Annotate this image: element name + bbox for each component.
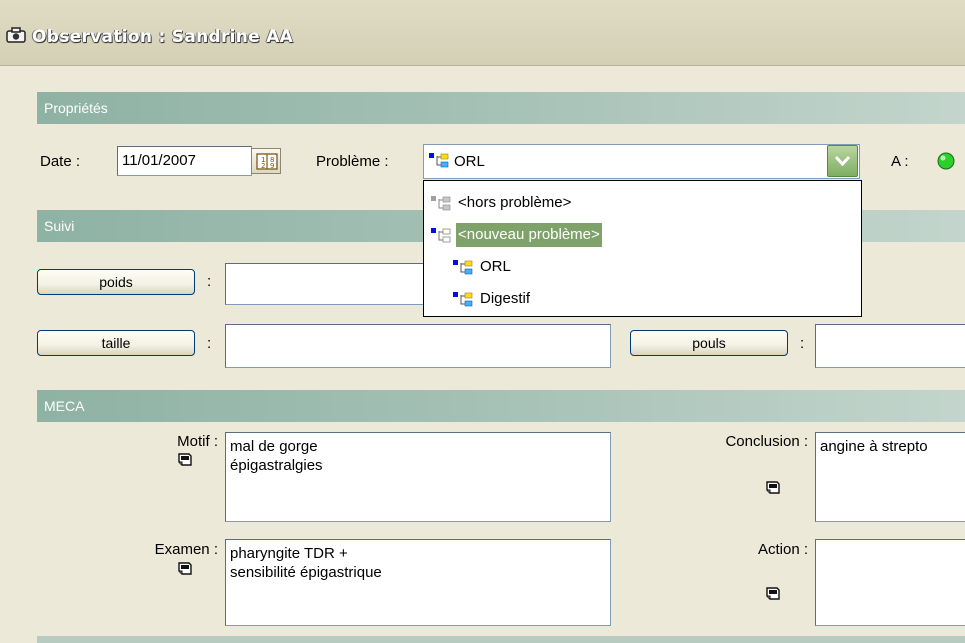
probleme-dropdown-list: <hors problème> <nouveau problème> ORL D… (423, 180, 862, 317)
note-edit-icon (178, 562, 192, 575)
poids-colon: : (207, 273, 212, 290)
dropdown-item-label: ORL (480, 258, 511, 275)
window-title: Observation : Sandrine AA (32, 27, 294, 47)
note-edit-icon (766, 587, 780, 600)
poids-button[interactable]: poids (37, 269, 195, 295)
note-edit-icon (178, 453, 192, 466)
examen-label: Examen : (154, 541, 218, 558)
action-textarea[interactable] (815, 539, 965, 626)
examen-value: pharyngite TDR + sensibilité épigastriqu… (230, 545, 382, 581)
motif-textarea[interactable]: mal de gorge épigastralgies (225, 432, 611, 522)
bottom-section-edge (37, 636, 965, 643)
dropdown-item-label: <hors problème> (458, 194, 572, 211)
dropdown-item-nouveau-probleme[interactable]: <nouveau problème> (430, 223, 850, 247)
examen-textarea[interactable]: pharyngite TDR + sensibilité épigastriqu… (225, 539, 611, 626)
action-label: Action : (757, 541, 808, 558)
observation-icon (6, 27, 26, 43)
taille-button[interactable]: taille (37, 330, 195, 356)
tree-gray-icon (431, 196, 451, 211)
title-bar: Observation : Sandrine AA (0, 0, 965, 66)
calendar-icon: 1 2 8 9 (256, 153, 278, 170)
probleme-label: Problème : (316, 153, 389, 170)
probleme-combobox[interactable]: ORL (423, 144, 860, 179)
tree-color-icon (429, 153, 449, 168)
tree-color-icon (453, 292, 473, 307)
conclusion-label: Conclusion : (725, 433, 808, 450)
taille-input[interactable] (225, 324, 611, 368)
svg-text:9: 9 (270, 162, 274, 170)
a-label: A : (891, 153, 909, 170)
date-field[interactable]: 11/01/2007 (117, 146, 252, 176)
chevron-down-icon (834, 155, 851, 167)
dropdown-item-digestif[interactable]: Digestif (452, 287, 850, 311)
svg-text:2: 2 (261, 162, 265, 170)
section-proprietes: Propriétés (37, 92, 965, 124)
dropdown-item-label: Digestif (480, 290, 531, 307)
poids-input[interactable] (225, 263, 425, 305)
section-meca: MECA (37, 390, 965, 422)
conclusion-textarea[interactable]: angine à strepto (815, 432, 965, 522)
dropdown-item-hors-probleme[interactable]: <hors problème> (430, 191, 850, 215)
note-edit-icon (766, 481, 780, 494)
conclusion-value: angine à strepto (820, 438, 928, 455)
motif-label: Motif : (177, 433, 218, 450)
calendar-button[interactable]: 1 2 8 9 (251, 148, 281, 174)
date-value: 11/01/2007 (122, 152, 196, 169)
pouls-button[interactable]: pouls (630, 330, 788, 356)
tree-color-icon (453, 260, 473, 275)
pouls-colon: : (800, 335, 805, 352)
dropdown-item-orl[interactable]: ORL (452, 255, 850, 279)
taille-colon: : (207, 335, 212, 352)
motif-value: mal de gorge épigastralgies (230, 438, 323, 474)
tree-outline-icon (431, 228, 451, 243)
pouls-input[interactable] (815, 324, 965, 368)
date-label: Date : (40, 153, 81, 170)
probleme-value: ORL (454, 153, 485, 170)
status-light-icon (937, 152, 955, 170)
combo-dropdown-button[interactable] (827, 145, 858, 177)
dropdown-item-label: <nouveau problème> (456, 223, 602, 247)
